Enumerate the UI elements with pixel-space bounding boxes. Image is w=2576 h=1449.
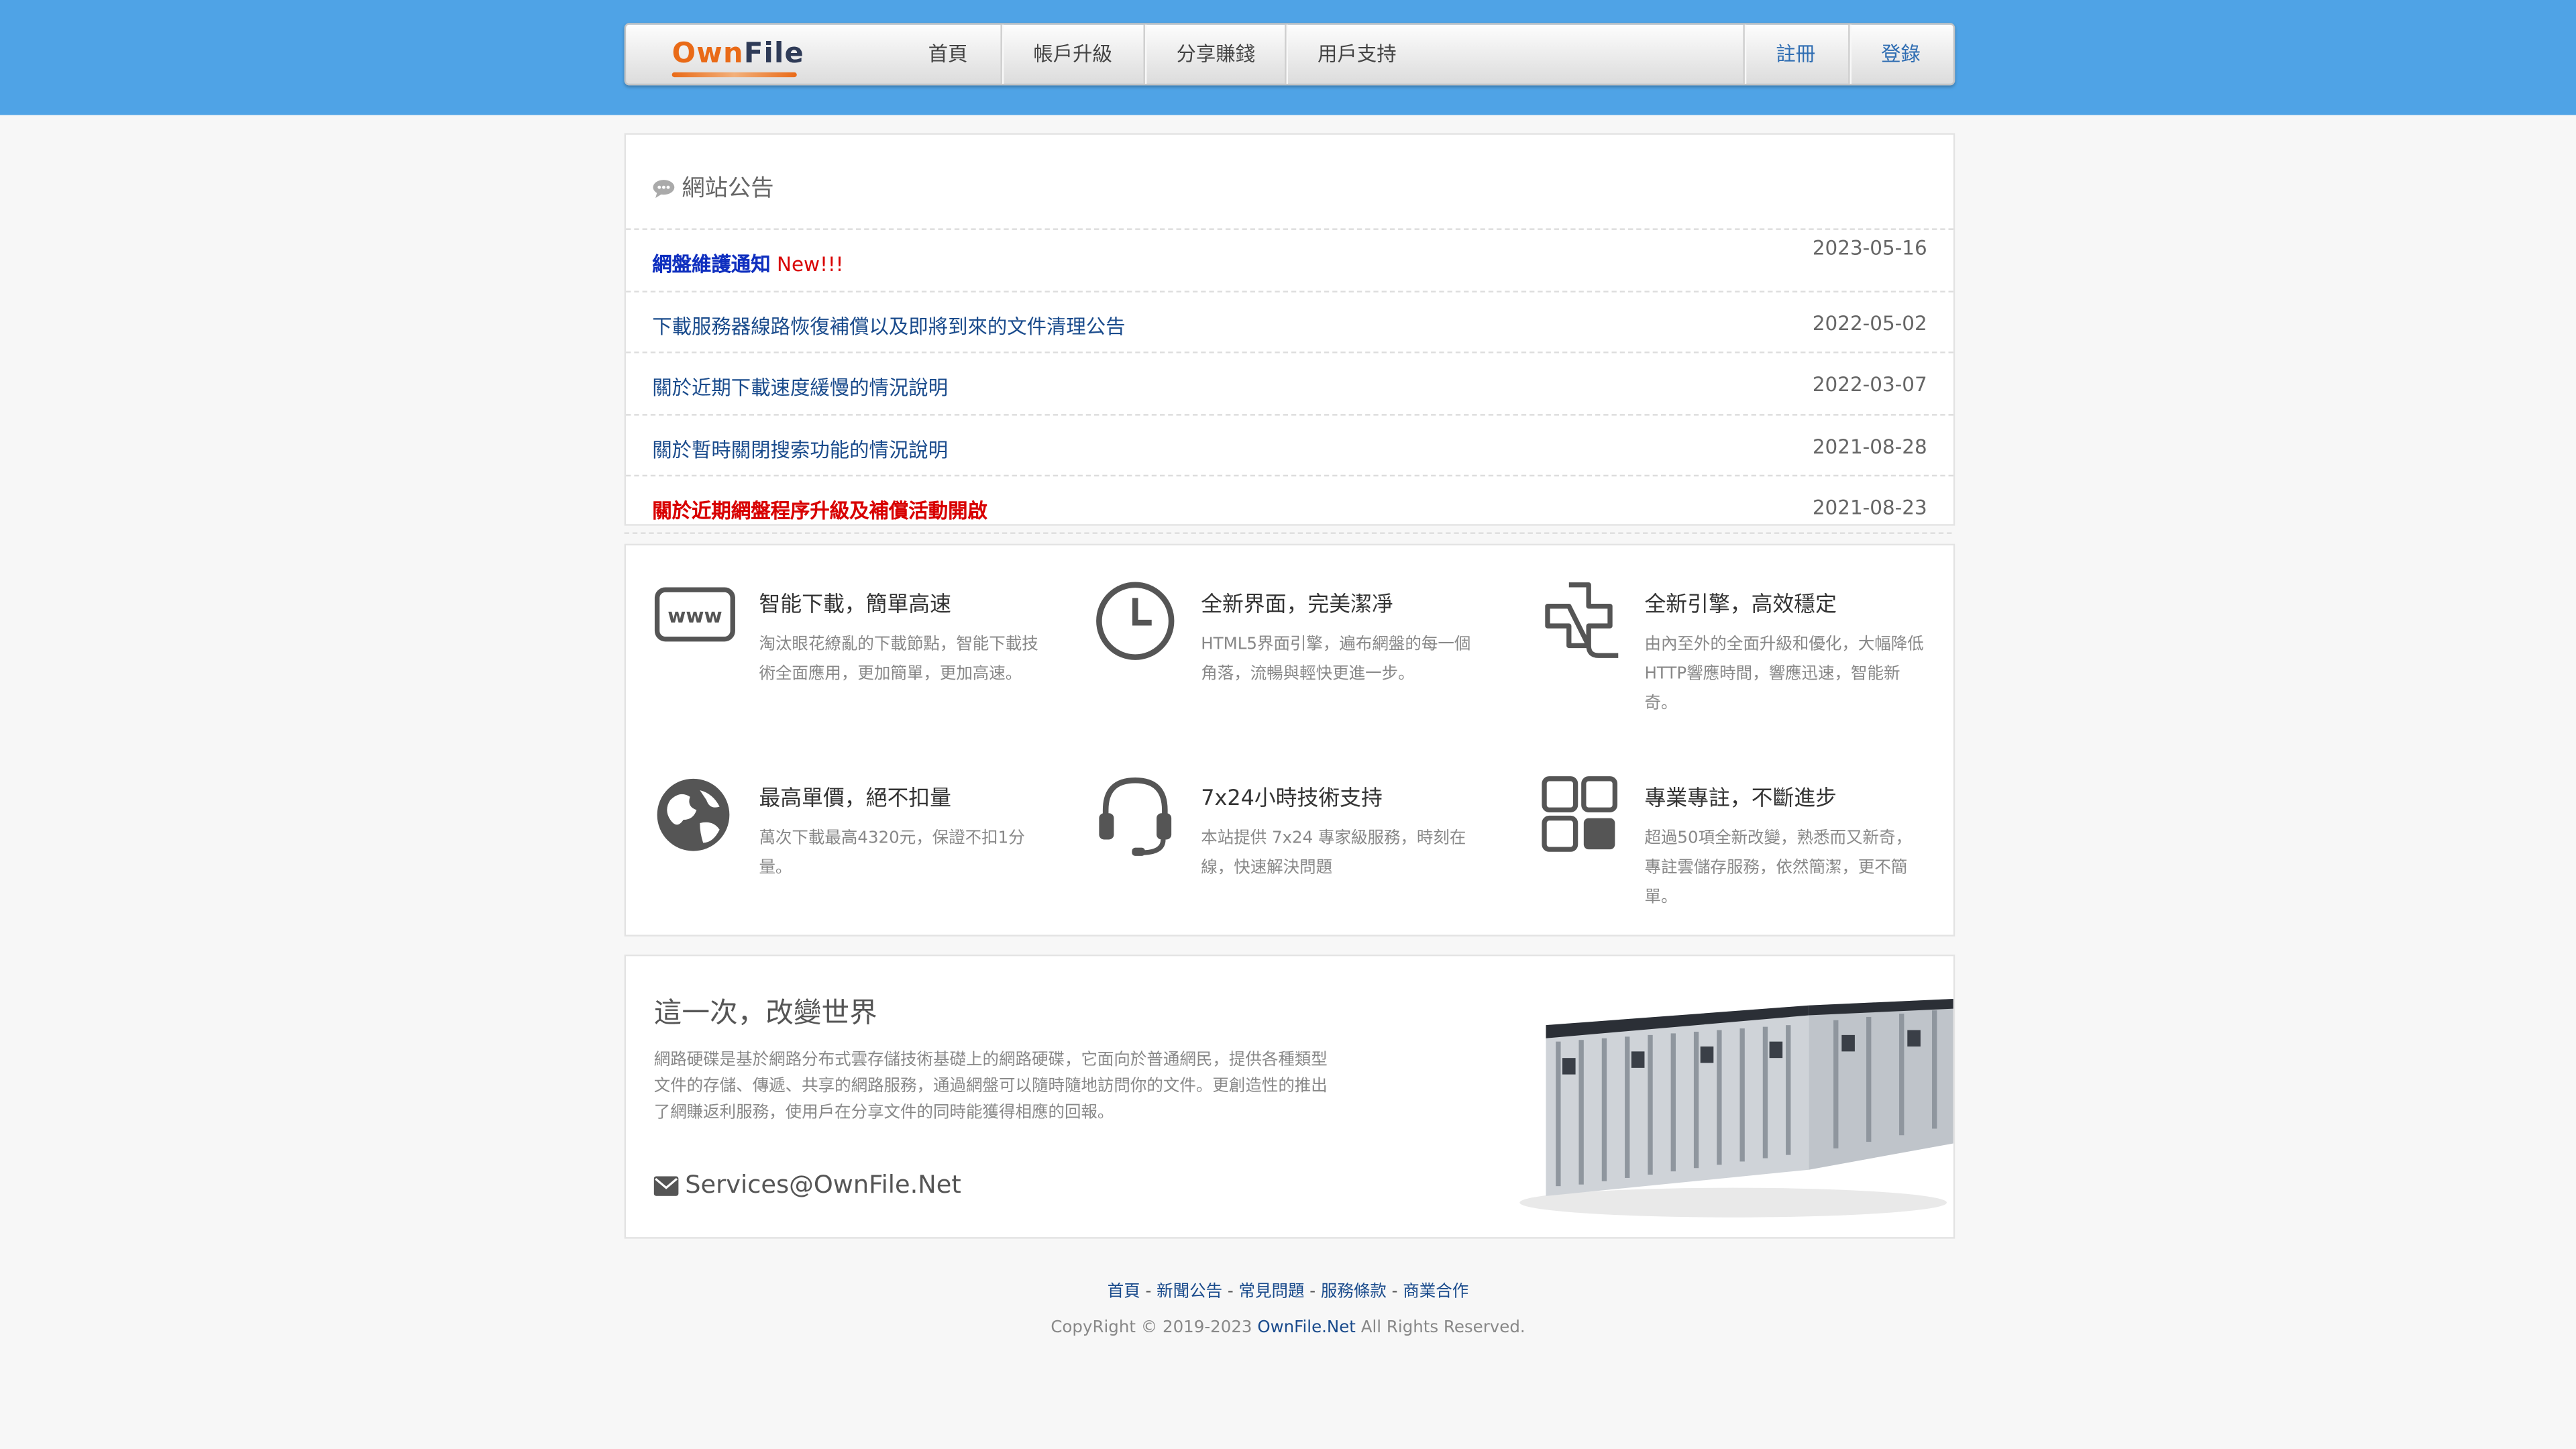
feature-desc: 淘汰眼花繚亂的下載節點，智能下載技術全面應用，更加簡單，更加高速。 — [759, 635, 1038, 684]
new-badge: New!!! — [776, 253, 844, 276]
features-panel: www 智能下載，簡單高速 淘汰眼花繚亂的下載節點，智能下載技術全面應用，更加簡… — [624, 543, 1955, 936]
notice-title[interactable]: 關於近期下載速度緩慢的情況說明 — [652, 373, 948, 401]
feature-item: 最高單價，絕不扣量 萬次下載最高4320元，保證不扣1分量。 — [657, 778, 1038, 883]
feature-item: 7x24小時技術支持 本站提供 7x24 專家級服務，時刻在線，快速解決問題 — [1099, 777, 1472, 883]
footer-link-news[interactable]: 新聞公告 — [1157, 1283, 1222, 1301]
envelope-icon — [653, 1176, 679, 1196]
notice-row[interactable]: 關於暫時關閉搜索功能的情況說明 2021-08-28 — [626, 414, 1953, 478]
login-link[interactable]: 登錄 — [1850, 25, 1952, 84]
notice-date: 2022-03-07 — [1812, 372, 1927, 396]
notice-date: 2023-05-16 — [1812, 236, 1927, 260]
feature-desc: 萬次下載最高4320元，保證不扣1分量。 — [759, 829, 1025, 877]
footer-link-home[interactable]: 首頁 — [1108, 1283, 1140, 1301]
footer-link-terms[interactable]: 服務條款 — [1321, 1283, 1387, 1301]
promo-title: 這一次，改變世界 — [653, 997, 877, 1030]
feature-item: 全新引擎，高效穩定 由內至外的全面升級和優化，大幅降低HTTP響應時間，響應迅速… — [1545, 582, 1924, 719]
copyright: CopyRight © 2019-2023 OwnFile.Net All Ri… — [1051, 1319, 1525, 1338]
notice-row[interactable]: 關於近期下載速度緩慢的情況說明 2022-03-07 — [626, 352, 1953, 416]
notice-heading: 網站公告 — [652, 171, 773, 205]
feature-desc: 由內至外的全面升級和優化，大幅降低HTTP響應時間，響應迅速，智能新奇。 — [1644, 635, 1924, 713]
grid-icon — [1536, 771, 1625, 859]
server-rack-image — [1519, 998, 1953, 1218]
logo[interactable]: OwnFile — [672, 38, 804, 70]
notice-title[interactable]: 關於暫時關閉搜索功能的情況說明 — [652, 435, 948, 464]
notice-date: 2021-08-23 — [1812, 496, 1927, 519]
notice-date: 2022-05-02 — [1812, 312, 1927, 335]
notice-date: 2021-08-28 — [1812, 435, 1927, 459]
chat-bubble-icon — [652, 179, 675, 205]
notice-row[interactable]: 下載服務器線路恢復補償以及即將到來的文件清理公告 2022-05-02 — [626, 290, 1953, 355]
nav-item-home[interactable]: 首頁 — [897, 25, 999, 84]
navbar: OwnFile 首頁 帳戶升級 分享賺錢 用戶支持 註冊 登錄 — [624, 23, 1955, 86]
notice-title[interactable]: 下載服務器線路恢復補償以及即將到來的文件清理公告 — [652, 312, 1125, 340]
feature-title: 全新引擎，高效穩定 — [1644, 593, 1837, 618]
nav-item-support[interactable]: 用戶支持 — [1287, 25, 1428, 84]
notice-row[interactable]: 關於近期網盤程序升級及補償活動開啟 2021-08-23 — [626, 474, 1953, 525]
clock-icon — [1093, 577, 1181, 665]
promo-text: 網路硬碟是基於網路分布式雲存儲技術基礎上的網路硬碟，它面向於普通網民，提供各種類… — [653, 1051, 1328, 1122]
notice-title[interactable]: 網盤維護通知 New!!! — [652, 250, 843, 278]
feature-title: 智能下載，簡單高速 — [759, 593, 952, 618]
feature-desc: HTML5界面引擎，遍布網盤的每一個角落，流暢與輕快更進一步。 — [1201, 635, 1471, 684]
feature-item: 全新界面，完美潔凈 HTML5界面引擎，遍布網盤的每一個角落，流暢與輕快更進一步… — [1096, 582, 1472, 690]
contact-email[interactable]: Services@OwnFile.Net — [653, 1170, 961, 1199]
feature-title: 全新界面，完美潔凈 — [1201, 593, 1393, 618]
feature-item: 專業專註，不斷進步 超過50項全新改變，熟悉而又新奇，專註雲儲存服務，依然簡潔，… — [1542, 776, 1923, 913]
footer-link-faq[interactable]: 常見問題 — [1239, 1283, 1305, 1301]
svg-text:www: www — [667, 604, 722, 627]
logo-swoosh — [672, 72, 797, 78]
promo-panel: 這一次，改變世界 網路硬碟是基於網路分布式雲存儲技術基礎上的網路硬碟，它面向於普… — [624, 954, 1955, 1239]
nav-item-share-earn[interactable]: 分享賺錢 — [1145, 25, 1287, 84]
feature-title: 最高單價，絕不扣量 — [759, 787, 952, 812]
footer-brand-link[interactable]: OwnFile.Net — [1257, 1320, 1356, 1338]
globe-icon — [651, 771, 739, 859]
footer-links: 首頁 - 新聞公告 - 常見問題 - 服務條款 - 商業合作 — [1107, 1283, 1469, 1301]
notice-title[interactable]: 關於近期網盤程序升級及補償活動開啟 — [652, 496, 987, 525]
www-icon: www — [651, 577, 739, 665]
register-link[interactable]: 註冊 — [1745, 25, 1847, 84]
feature-title: 7x24小時技術支持 — [1201, 787, 1383, 812]
headset-icon — [1093, 771, 1181, 859]
notice-panel: 網站公告 網盤維護通知 New!!! 2023-05-16 下載服務器線路恢復補… — [624, 133, 1955, 526]
feature-title: 專業專註，不斷進步 — [1644, 787, 1837, 812]
notice-row[interactable]: 網盤維護通知 New!!! 2023-05-16 — [626, 228, 1953, 292]
divider — [624, 532, 1952, 534]
engine-icon — [1536, 577, 1625, 665]
feature-item: www 智能下載，簡單高速 淘汰眼花繚亂的下載節點，智能下載技術全面應用，更加簡… — [654, 586, 1038, 690]
nav-item-upgrade[interactable]: 帳戶升級 — [1002, 25, 1144, 84]
feature-desc: 本站提供 7x24 專家級服務，時刻在線，快速解決問題 — [1201, 829, 1466, 877]
feature-desc: 超過50項全新改變，熟悉而又新奇，專註雲儲存服務，依然簡潔，更不簡單。 — [1644, 829, 1912, 907]
footer-link-business[interactable]: 商業合作 — [1403, 1283, 1468, 1301]
